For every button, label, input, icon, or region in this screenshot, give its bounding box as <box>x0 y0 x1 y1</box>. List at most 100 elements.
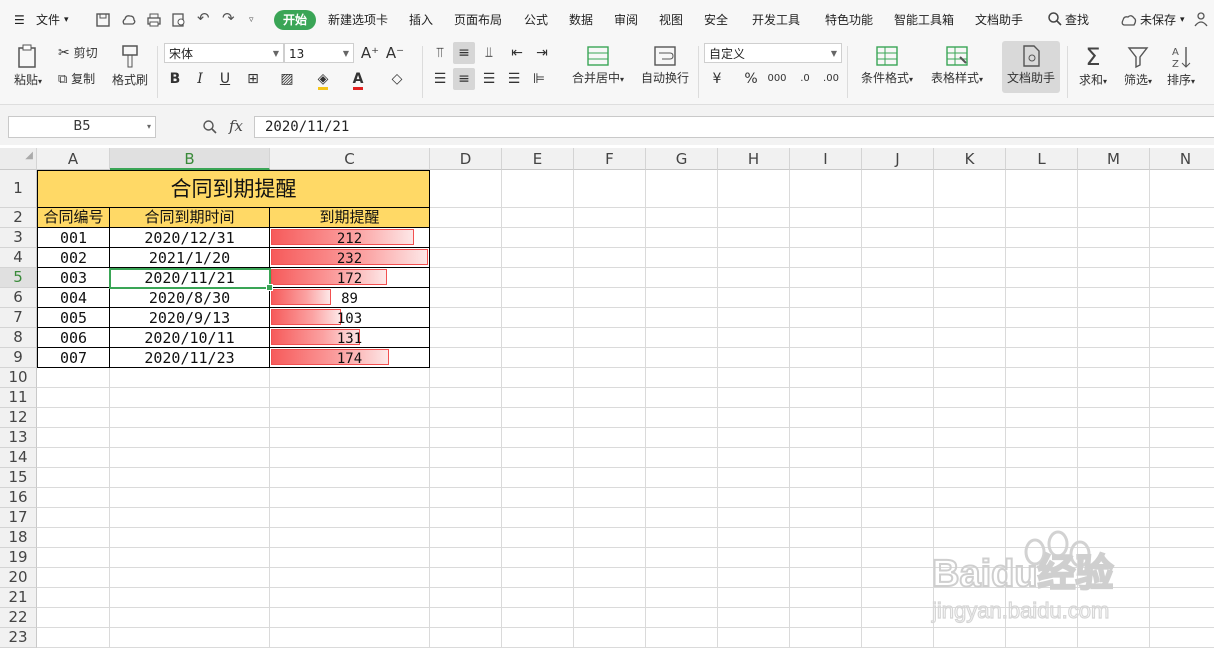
row-header-20[interactable]: 20 <box>0 568 37 588</box>
reminder-cell[interactable]: 232 <box>270 248 430 268</box>
column-header-j[interactable]: J <box>862 148 934 170</box>
column-header-i[interactable]: I <box>790 148 862 170</box>
tab-formulas[interactable]: 公式 <box>524 10 548 30</box>
contract-id-cell[interactable]: 004 <box>37 288 110 308</box>
due-date-cell[interactable]: 2020/12/31 <box>110 228 270 248</box>
row-header-13[interactable]: 13 <box>0 428 37 448</box>
tab-security[interactable]: 安全 <box>704 10 728 30</box>
align-middle-icon[interactable]: ≡ <box>453 42 475 64</box>
due-date-cell[interactable]: 2020/10/11 <box>110 328 270 348</box>
align-right-icon[interactable]: ☰ <box>478 68 500 90</box>
reminder-cell[interactable]: 212 <box>270 228 430 248</box>
row-header-6[interactable]: 6 <box>0 288 37 308</box>
tab-home[interactable]: 开始 <box>274 10 317 30</box>
row-header-5[interactable]: 5 <box>0 268 37 288</box>
wrap-text-button[interactable]: 自动换行 <box>638 43 692 86</box>
fill-pattern-icon[interactable]: ▨ <box>276 68 298 90</box>
tab-developer[interactable]: 开发工具 <box>752 10 800 30</box>
column-header-k[interactable]: K <box>934 148 1006 170</box>
header-contract-id[interactable]: 合同编号 <box>37 208 110 228</box>
column-header-n[interactable]: N <box>1150 148 1214 170</box>
underline-icon[interactable]: U <box>214 68 236 90</box>
column-header-e[interactable]: E <box>502 148 574 170</box>
chevron-down-icon[interactable]: ▾ <box>38 77 42 86</box>
formula-input[interactable]: 2020/11/21 <box>254 116 1214 138</box>
column-header-h[interactable]: H <box>718 148 790 170</box>
save-status[interactable]: 未保存 <box>1140 10 1176 30</box>
sort-button[interactable]: AZ 排序▾ <box>1162 43 1200 88</box>
row-header-7[interactable]: 7 <box>0 308 37 328</box>
tab-new[interactable]: 新建选项卡 <box>328 10 388 30</box>
percent-icon[interactable]: % <box>740 68 762 90</box>
sum-button[interactable]: Σ 求和▾ <box>1074 43 1112 88</box>
row-header-1[interactable]: 1 <box>0 170 37 208</box>
row-header-17[interactable]: 17 <box>0 508 37 528</box>
align-top-icon[interactable]: ⫪ <box>429 42 451 64</box>
clear-format-icon[interactable]: ◇ <box>386 68 408 90</box>
distributed-icon[interactable]: ⊫ <box>528 68 550 90</box>
decrease-decimal-icon[interactable]: .00 <box>820 68 842 90</box>
fx-icon[interactable]: fx <box>229 117 243 135</box>
increase-decimal-icon[interactable]: .0 <box>794 68 816 90</box>
tab-page-layout[interactable]: 页面布局 <box>454 10 502 30</box>
format-painter-button[interactable]: 格式刷 <box>110 43 150 88</box>
undo-icon[interactable]: ↶ <box>197 8 210 28</box>
row-header-21[interactable]: 21 <box>0 588 37 608</box>
chevron-down-icon[interactable]: ▾ <box>147 117 151 137</box>
header-due-date[interactable]: 合同到期时间 <box>110 208 270 228</box>
row-header-4[interactable]: 4 <box>0 248 37 268</box>
file-menu[interactable]: 文件 <box>36 10 60 30</box>
row-header-3[interactable]: 3 <box>0 228 37 248</box>
doc-helper-button[interactable]: 文档助手 <box>1002 41 1060 93</box>
contract-id-cell[interactable]: 006 <box>37 328 110 348</box>
merge-center-button[interactable]: 合并居中▾ <box>566 43 630 86</box>
header-reminder[interactable]: 到期提醒 <box>270 208 430 228</box>
paste-button[interactable]: 粘贴▾ <box>8 43 48 88</box>
column-header-g[interactable]: G <box>646 148 718 170</box>
contract-id-cell[interactable]: 003 <box>37 268 110 288</box>
due-date-cell[interactable]: 2020/9/13 <box>110 308 270 328</box>
save-icon[interactable] <box>94 11 112 29</box>
column-header-a[interactable]: A <box>37 148 110 170</box>
chevron-down-icon[interactable]: ▾ <box>64 10 69 30</box>
row-header-18[interactable]: 18 <box>0 528 37 548</box>
row-header-11[interactable]: 11 <box>0 388 37 408</box>
column-header-f[interactable]: F <box>574 148 646 170</box>
reminder-cell[interactable]: 172 <box>270 268 430 288</box>
due-date-cell[interactable]: 2020/8/30 <box>110 288 270 308</box>
align-bottom-icon[interactable]: ⫫ <box>478 42 500 64</box>
chevron-down-icon[interactable]: ▾ <box>1180 10 1185 30</box>
cloud-icon[interactable] <box>1120 12 1138 28</box>
filter-button[interactable]: 筛选▾ <box>1118 43 1158 88</box>
tab-data[interactable]: 数据 <box>569 10 593 30</box>
table-style-button[interactable]: 表格样式▾ <box>926 43 988 86</box>
row-header-23[interactable]: 23 <box>0 628 37 648</box>
quick-access-dropdown-icon[interactable]: ▿ <box>249 10 254 30</box>
column-header-l[interactable]: L <box>1006 148 1078 170</box>
cloud-sync-icon[interactable] <box>120 11 138 29</box>
tab-view[interactable]: 视图 <box>659 10 683 30</box>
decrease-font-icon[interactable]: A⁻ <box>384 42 406 64</box>
row-header-12[interactable]: 12 <box>0 408 37 428</box>
border-icon[interactable]: ⊞ <box>242 68 264 90</box>
row-header-10[interactable]: 10 <box>0 368 37 388</box>
column-header-b[interactable]: B <box>110 148 270 170</box>
contract-id-cell[interactable]: 002 <box>37 248 110 268</box>
italic-icon[interactable]: I <box>189 68 211 90</box>
row-header-15[interactable]: 15 <box>0 468 37 488</box>
cut-button[interactable]: ✂ 剪切 <box>58 43 98 63</box>
reminder-cell[interactable]: 174 <box>270 348 430 368</box>
tab-review[interactable]: 审阅 <box>614 10 638 30</box>
row-header-9[interactable]: 9 <box>0 348 37 368</box>
print-icon[interactable] <box>145 11 163 29</box>
increase-indent-icon[interactable]: ⇥ <box>531 42 553 64</box>
align-left-icon[interactable]: ☰ <box>429 68 451 90</box>
redo-icon[interactable]: ↷ <box>222 8 235 28</box>
select-all-corner[interactable]: ◢ <box>0 148 37 170</box>
column-header-m[interactable]: M <box>1078 148 1150 170</box>
due-date-cell[interactable]: 2020/11/21 <box>110 268 270 288</box>
reminder-cell[interactable]: 89 <box>270 288 430 308</box>
row-header-22[interactable]: 22 <box>0 608 37 628</box>
font-size-select[interactable]: 13 ▼ <box>284 43 354 63</box>
tab-doc-helper[interactable]: 文档助手 <box>975 10 1023 30</box>
